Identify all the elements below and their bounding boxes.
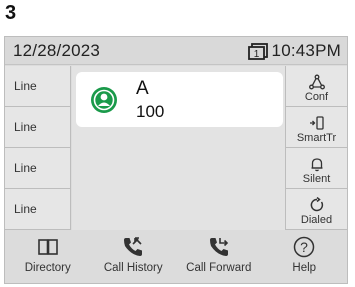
line-key-3[interactable]: Line bbox=[5, 148, 71, 189]
phone-screen: 12/28/2023 1 10:43PM Line Line Line Line… bbox=[4, 36, 348, 284]
book-icon bbox=[37, 239, 58, 255]
status-date: 12/28/2023 bbox=[13, 41, 101, 60]
call-area: A 100 bbox=[72, 66, 286, 230]
status-bar: 12/28/2023 1 10:43PM bbox=[5, 37, 347, 65]
status-time: 10:43PM bbox=[271, 41, 341, 60]
call-history-icon bbox=[124, 237, 143, 256]
redial-icon bbox=[310, 197, 323, 212]
help-icon: ? bbox=[294, 236, 315, 258]
step-number: 3 bbox=[5, 2, 17, 24]
silent-softkey-label: Silent bbox=[302, 173, 331, 185]
dialed-softkey-label: Dialed bbox=[300, 214, 333, 226]
bell-icon bbox=[311, 158, 322, 172]
line-key-1[interactable]: Line bbox=[5, 66, 71, 107]
silent-softkey[interactable]: Silent bbox=[285, 148, 347, 189]
help-label: Help bbox=[292, 262, 317, 274]
call-history-label: Call History bbox=[103, 262, 163, 274]
call-forward-label: Call Forward bbox=[186, 262, 252, 274]
line-key-4[interactable]: Line bbox=[5, 189, 71, 230]
person-icon bbox=[91, 87, 117, 113]
line-keys: Line Line Line Line bbox=[5, 66, 71, 230]
conf-softkey-label: Conf bbox=[304, 91, 329, 103]
line-key-2[interactable]: Line bbox=[5, 107, 71, 148]
line-indicator-number: 1 bbox=[253, 49, 259, 60]
smart-transfer-softkey-label: SmartTr bbox=[296, 132, 337, 144]
smart-transfer-icon bbox=[309, 116, 324, 130]
line-indicator-icon: 1 bbox=[247, 42, 268, 60]
active-call-card[interactable]: A 100 bbox=[76, 72, 283, 127]
smart-transfer-softkey[interactable]: SmartTr bbox=[285, 107, 347, 148]
help-button[interactable]: ? Help bbox=[262, 230, 348, 283]
dialed-softkey[interactable]: Dialed bbox=[285, 189, 347, 230]
svg-text:?: ? bbox=[300, 239, 308, 255]
bottom-nav: Directory Call History Call Forward ? He… bbox=[5, 230, 348, 283]
call-history-button[interactable]: Call History bbox=[91, 230, 177, 283]
call-forward-icon bbox=[209, 238, 228, 256]
directory-label: Directory bbox=[24, 262, 71, 274]
soft-keys: Conf SmartTr Silent Dialed bbox=[285, 66, 347, 230]
call-forward-button[interactable]: Call Forward bbox=[176, 230, 262, 283]
caller-number: 100 bbox=[136, 102, 165, 121]
directory-button[interactable]: Directory bbox=[5, 230, 91, 283]
conference-icon bbox=[308, 74, 325, 90]
conf-softkey[interactable]: Conf bbox=[285, 66, 347, 107]
caller-name: A bbox=[136, 78, 149, 99]
status-right: 1 10:43PM bbox=[247, 41, 341, 61]
